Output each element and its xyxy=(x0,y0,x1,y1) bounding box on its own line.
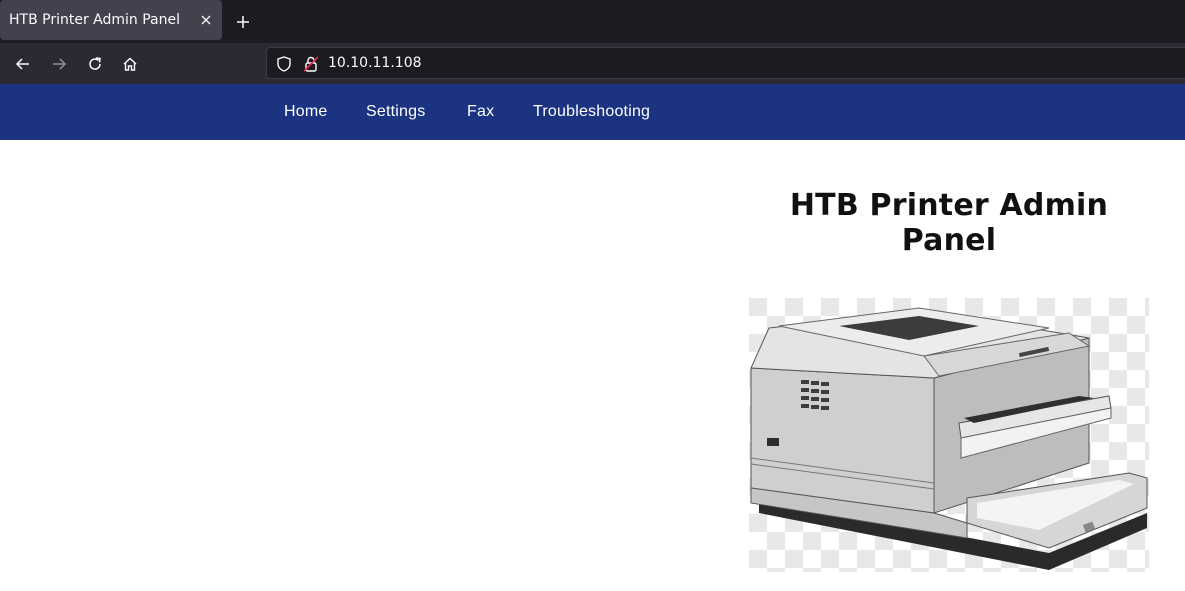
browser-tab[interactable]: HTB Printer Admin Panel xyxy=(0,0,222,40)
url-text: 10.10.11.108 xyxy=(328,55,422,71)
plus-icon[interactable] xyxy=(232,11,254,33)
close-icon[interactable] xyxy=(198,12,214,28)
lock-icon[interactable] xyxy=(303,55,319,73)
shield-icon[interactable] xyxy=(275,55,293,73)
printer-image xyxy=(749,298,1149,572)
forward-arrow-icon[interactable] xyxy=(46,51,72,77)
back-arrow-icon[interactable] xyxy=(10,51,36,77)
nav-link-home[interactable]: Home xyxy=(284,103,327,121)
url-bar[interactable]: 10.10.11.108 xyxy=(266,47,1185,79)
nav-link-fax[interactable]: Fax xyxy=(467,103,494,121)
nav-link-troubleshooting[interactable]: Troubleshooting xyxy=(533,103,650,121)
browser-toolbar: 10.10.11.108 xyxy=(0,43,1185,84)
tab-title: HTB Printer Admin Panel xyxy=(9,12,180,28)
page-title: HTB Printer Admin Panel xyxy=(789,188,1109,258)
home-icon[interactable] xyxy=(117,51,143,77)
site-navigation: Home Settings Fax Troubleshooting xyxy=(0,84,1185,140)
reload-icon[interactable] xyxy=(82,51,108,77)
nav-link-settings[interactable]: Settings xyxy=(366,103,425,121)
browser-tab-bar: HTB Printer Admin Panel xyxy=(0,0,1185,43)
